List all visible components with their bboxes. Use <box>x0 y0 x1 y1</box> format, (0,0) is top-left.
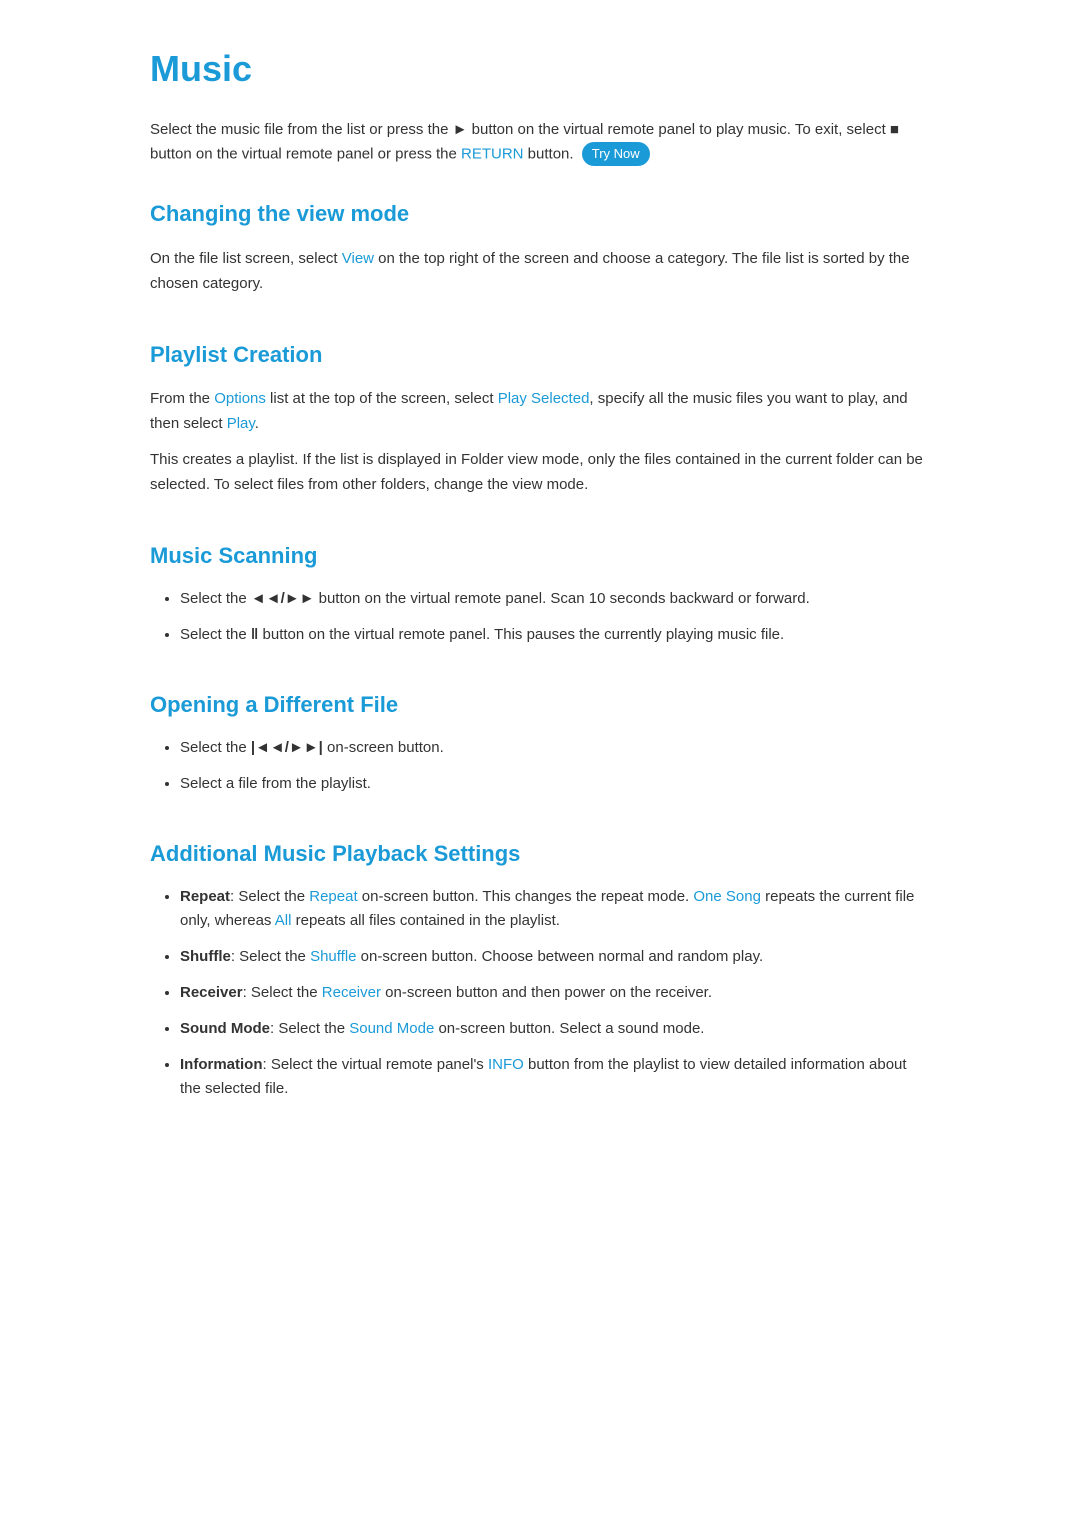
section-title-additional-music-playback: Additional Music Playback Settings <box>150 836 930 871</box>
music-scanning-list: Select the ◄◄/►► button on the virtual r… <box>150 587 930 647</box>
play-selected-link[interactable]: Play Selected <box>498 390 590 407</box>
section-body-playlist-creation: From the Options list at the top of the … <box>150 386 930 498</box>
list-item-sound-mode: Sound Mode: Select the Sound Mode on-scr… <box>180 1017 930 1041</box>
section-title-music-scanning: Music Scanning <box>150 538 930 573</box>
info-link[interactable]: INFO <box>488 1056 524 1073</box>
page-title: Music <box>150 40 930 98</box>
page-container: Music Select the music file from the lis… <box>90 0 990 1201</box>
section-music-scanning: Music Scanning Select the ◄◄/►► button o… <box>150 538 930 647</box>
receiver-link[interactable]: Receiver <box>322 984 381 1001</box>
section-changing-view-mode: Changing the view mode On the file list … <box>150 196 930 296</box>
section-body-music-scanning: Select the ◄◄/►► button on the virtual r… <box>150 587 930 647</box>
section-title-playlist-creation: Playlist Creation <box>150 337 930 372</box>
options-link[interactable]: Options <box>214 390 266 407</box>
shuffle-link[interactable]: Shuffle <box>310 948 356 965</box>
section-opening-different-file: Opening a Different File Select the |◄◄/… <box>150 687 930 796</box>
section-title-changing-view-mode: Changing the view mode <box>150 196 930 231</box>
list-item: Select a file from the playlist. <box>180 772 930 796</box>
all-link[interactable]: All <box>275 912 292 929</box>
intro-text-after: button. <box>524 145 578 162</box>
additional-music-playback-list: Repeat: Select the Repeat on-screen butt… <box>150 885 930 1101</box>
section-body-changing-view-mode: On the file list screen, select View on … <box>150 246 930 297</box>
list-item: Select the ‖ button on the virtual remot… <box>180 623 930 647</box>
intro-paragraph: Select the music file from the list or p… <box>150 118 930 167</box>
playlist-creation-paragraph-1: From the Options list at the top of the … <box>150 386 930 437</box>
opening-different-file-list: Select the |◄◄/►►| on-screen button. Sel… <box>150 736 930 796</box>
section-body-opening-different-file: Select the |◄◄/►►| on-screen button. Sel… <box>150 736 930 796</box>
section-title-opening-different-file: Opening a Different File <box>150 687 930 722</box>
section-additional-music-playback: Additional Music Playback Settings Repea… <box>150 836 930 1101</box>
sound-mode-link[interactable]: Sound Mode <box>349 1020 434 1037</box>
one-song-link[interactable]: One Song <box>693 888 761 905</box>
sound-mode-term: Sound Mode <box>180 1020 270 1037</box>
information-term: Information <box>180 1056 263 1073</box>
view-link[interactable]: View <box>342 250 374 267</box>
shuffle-term: Shuffle <box>180 948 231 965</box>
play-link[interactable]: Play <box>227 415 255 432</box>
list-item: Select the ◄◄/►► button on the virtual r… <box>180 587 930 611</box>
return-link[interactable]: RETURN <box>461 145 524 162</box>
changing-view-mode-paragraph: On the file list screen, select View on … <box>150 246 930 297</box>
list-item-shuffle: Shuffle: Select the Shuffle on-screen bu… <box>180 945 930 969</box>
playlist-creation-paragraph-2: This creates a playlist. If the list is … <box>150 447 930 498</box>
section-playlist-creation: Playlist Creation From the Options list … <box>150 337 930 498</box>
repeat-link[interactable]: Repeat <box>309 888 357 905</box>
try-now-badge[interactable]: Try Now <box>582 142 650 167</box>
list-item-information: Information: Select the virtual remote p… <box>180 1053 930 1101</box>
receiver-term: Receiver <box>180 984 243 1001</box>
list-item-repeat: Repeat: Select the Repeat on-screen butt… <box>180 885 930 933</box>
list-item-receiver: Receiver: Select the Receiver on-screen … <box>180 981 930 1005</box>
list-item: Select the |◄◄/►►| on-screen button. <box>180 736 930 760</box>
section-body-additional-music-playback: Repeat: Select the Repeat on-screen butt… <box>150 885 930 1101</box>
repeat-term: Repeat <box>180 888 230 905</box>
